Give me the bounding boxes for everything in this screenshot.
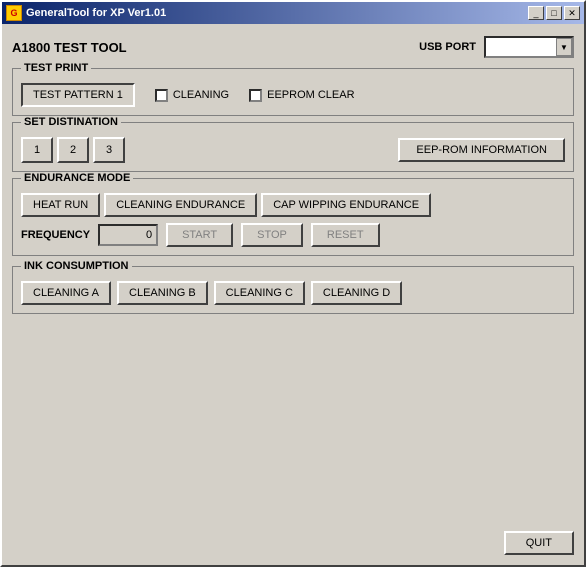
ink-consumption-group: INK CONSUMPTION CLEANING A CLEANING B CL…: [12, 266, 574, 314]
ink-content: CLEANING A CLEANING B CLEANING C CLEANIN…: [21, 281, 565, 305]
test-print-content: TEST PATTERN 1 CLEANING EEPROM CLEAR: [21, 83, 565, 107]
maximize-button[interactable]: □: [546, 6, 562, 20]
cleaning-b-button[interactable]: CLEANING B: [117, 281, 208, 305]
app-title: A1800 TEST TOOL: [12, 40, 127, 55]
app-icon: G: [6, 5, 22, 21]
minimize-button[interactable]: _: [528, 6, 544, 20]
cleaning-endurance-button[interactable]: CLEANING ENDURANCE: [104, 193, 257, 217]
eeprom-information-button[interactable]: EEP-ROM INFORMATION: [398, 138, 565, 162]
usb-select-wrapper: ▼: [484, 36, 574, 58]
cleaning-d-button[interactable]: CLEANING D: [311, 281, 402, 305]
set-destination-group: SET DISTINATION 1 2 3 EEP-ROM INFORMATIO…: [12, 122, 574, 172]
usb-row: USB PORT ▼: [419, 36, 574, 58]
endurance-content: HEAT RUN CLEANING ENDURANCE CAP WIPPING …: [21, 193, 565, 217]
cleaning-label: CLEANING: [173, 89, 229, 101]
eeprom-checkbox-row: EEPROM CLEAR: [249, 89, 354, 102]
test-pattern-button[interactable]: TEST PATTERN 1: [21, 83, 135, 107]
reset-button[interactable]: RESET: [311, 223, 380, 247]
dest-buttons: 1 2 3: [21, 137, 125, 163]
dest-button-3[interactable]: 3: [93, 137, 125, 163]
cap-wipping-endurance-button[interactable]: CAP WIPPING ENDURANCE: [261, 193, 431, 217]
start-button[interactable]: START: [166, 223, 233, 247]
cleaning-checkbox[interactable]: [155, 89, 168, 102]
eeprom-clear-checkbox[interactable]: [249, 89, 262, 102]
top-row: A1800 TEST TOOL USB PORT ▼: [12, 32, 574, 62]
endurance-mode-group: ENDURANCE MODE HEAT RUN CLEANING ENDURAN…: [12, 178, 574, 256]
close-button[interactable]: ✕: [564, 6, 580, 20]
title-buttons: _ □ ✕: [528, 6, 580, 20]
ink-consumption-label: INK CONSUMPTION: [21, 260, 132, 272]
frequency-row: FREQUENCY START STOP RESET: [21, 223, 565, 247]
usb-label: USB PORT: [419, 41, 476, 53]
set-destination-label: SET DISTINATION: [21, 116, 121, 128]
frequency-input[interactable]: [98, 224, 158, 246]
stop-button[interactable]: STOP: [241, 223, 303, 247]
frequency-label: FREQUENCY: [21, 229, 90, 241]
window-title: GeneralTool for XP Ver1.01: [26, 7, 166, 19]
set-dest-content: 1 2 3 EEP-ROM INFORMATION: [21, 137, 565, 163]
window-content: A1800 TEST TOOL USB PORT ▼ TEST PRINT TE…: [2, 24, 584, 565]
test-print-group: TEST PRINT TEST PATTERN 1 CLEANING EEPRO…: [12, 68, 574, 116]
endurance-mode-label: ENDURANCE MODE: [21, 172, 133, 184]
test-print-label: TEST PRINT: [21, 62, 91, 74]
cleaning-checkbox-row: CLEANING: [155, 89, 229, 102]
eeprom-clear-label: EEPROM CLEAR: [267, 89, 354, 101]
cleaning-c-button[interactable]: CLEANING C: [214, 281, 305, 305]
dest-button-1[interactable]: 1: [21, 137, 53, 163]
heat-run-button[interactable]: HEAT RUN: [21, 193, 100, 217]
dest-button-2[interactable]: 2: [57, 137, 89, 163]
cleaning-a-button[interactable]: CLEANING A: [21, 281, 111, 305]
title-bar: G GeneralTool for XP Ver1.01 _ □ ✕: [2, 2, 584, 24]
usb-port-select[interactable]: [484, 36, 574, 58]
quit-button[interactable]: QUIT: [504, 531, 574, 555]
main-window: G GeneralTool for XP Ver1.01 _ □ ✕ A1800…: [0, 0, 586, 567]
bottom-row: QUIT: [12, 527, 574, 557]
